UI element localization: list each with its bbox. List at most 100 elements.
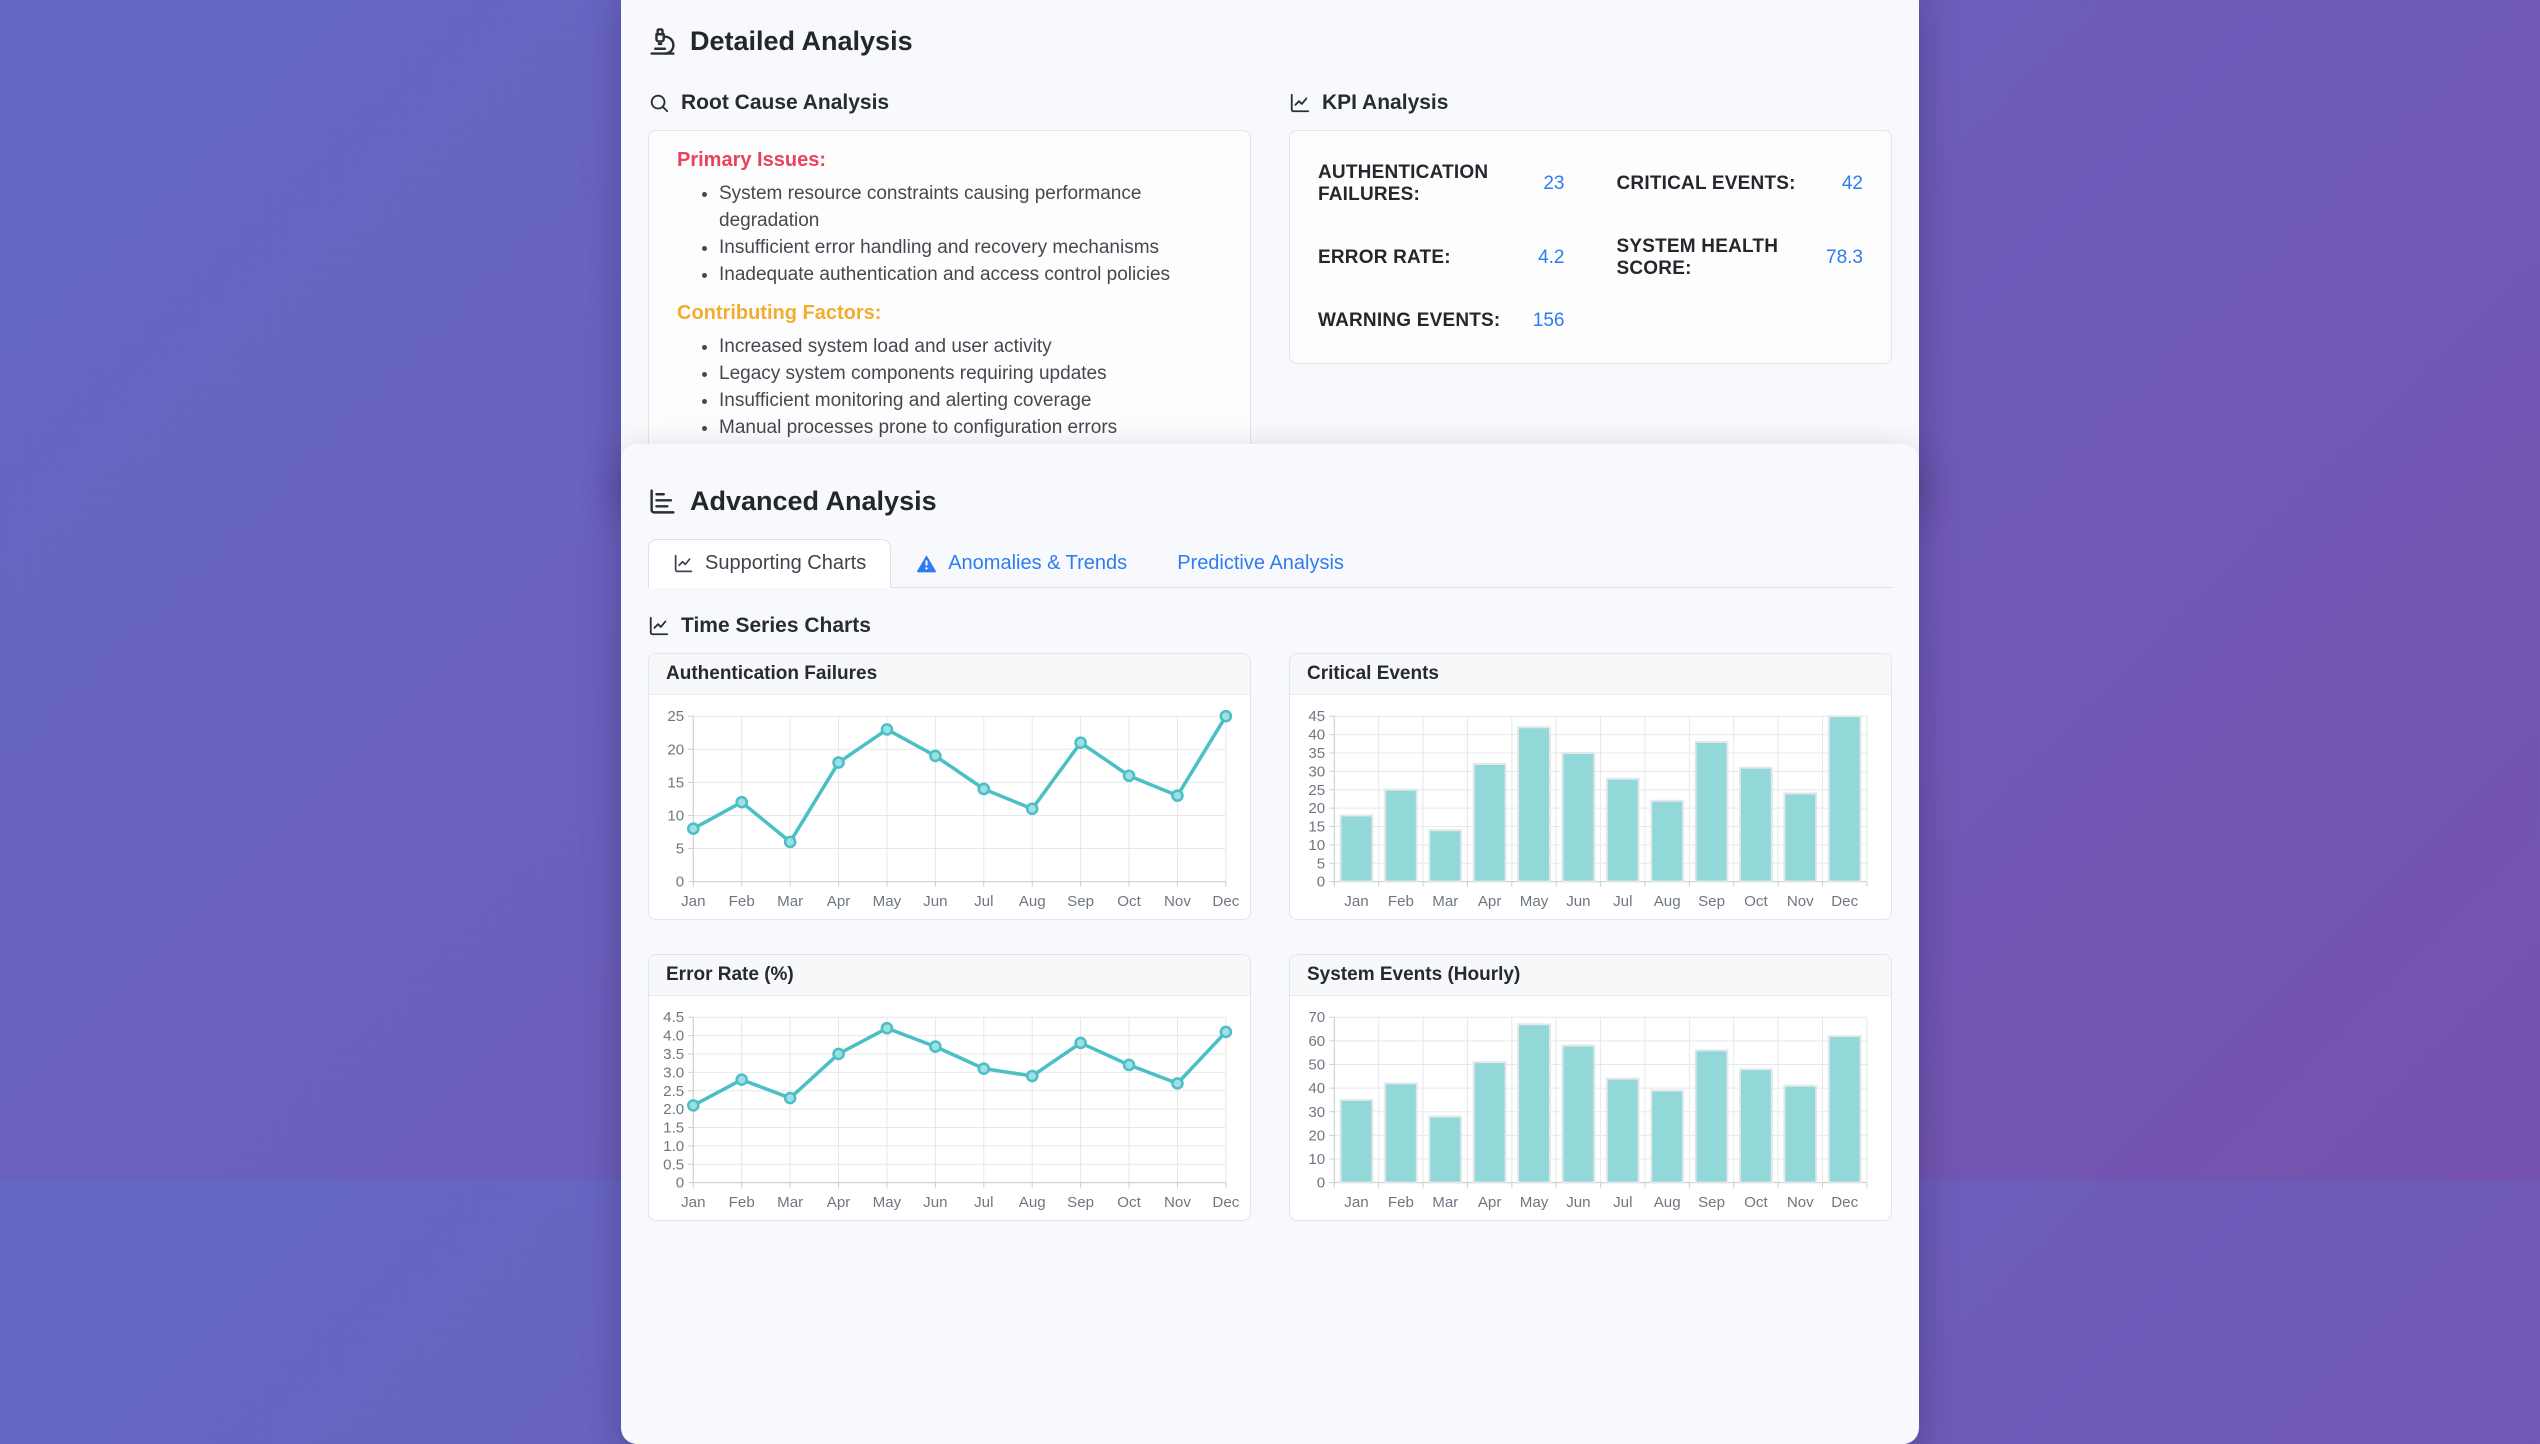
root-cause-section: Root Cause Analysis Primary Issues: Syst… (648, 91, 1251, 476)
root-cause-item: Insufficient error handling and recovery… (719, 234, 1222, 261)
chart-line-icon (673, 553, 694, 574)
bar-chart-icon (648, 487, 677, 516)
chart-panel-title: System Events (Hourly) (1307, 964, 1874, 986)
tab-label: Supporting Charts (705, 552, 866, 575)
svg-text:Feb: Feb (1388, 893, 1414, 910)
svg-text:Sep: Sep (1067, 893, 1094, 910)
svg-text:Apr: Apr (827, 893, 851, 910)
svg-text:Dec: Dec (1831, 893, 1858, 910)
svg-text:Sep: Sep (1067, 1194, 1094, 1211)
kpi-label: AUTHENTICATION FAILURES: (1318, 162, 1543, 206)
svg-text:0: 0 (1317, 874, 1325, 891)
svg-text:20: 20 (1308, 800, 1325, 817)
svg-text:Oct: Oct (1117, 893, 1141, 910)
kpi-panel: AUTHENTICATION FAILURES: 23 CRITICAL EVE… (1289, 130, 1892, 364)
search-icon (648, 92, 670, 114)
tab-label: Predictive Analysis (1177, 552, 1344, 575)
svg-text:15: 15 (667, 774, 684, 791)
svg-text:Mar: Mar (777, 1194, 803, 1211)
root-cause-item: Legacy system components requiring updat… (719, 360, 1222, 387)
root-cause-list: Increased system load and user activityL… (677, 333, 1222, 441)
chart-canvas[interactable]: 051015202530354045JanFebMarAprMayJunJulA… (1290, 695, 1891, 919)
tab-predictive-analysis[interactable]: Predictive Analysis (1152, 539, 1369, 588)
svg-text:1.0: 1.0 (663, 1138, 684, 1155)
chart-panel-title: Error Rate (%) (666, 964, 1233, 986)
svg-text:Oct: Oct (1117, 1194, 1141, 1211)
chart-panel-error-rate: Error Rate (%) 00.51.01.52.02.53.03.54.0… (648, 954, 1251, 1221)
svg-text:20: 20 (1308, 1127, 1325, 1144)
kpi-value: 42 (1842, 173, 1863, 195)
svg-text:30: 30 (1308, 1104, 1325, 1121)
detailed-analysis-card: Detailed Analysis Root Cause Analysis Pr… (621, 0, 1919, 500)
chart-canvas[interactable]: 00.51.01.52.02.53.03.54.04.5JanFebMarApr… (649, 996, 1250, 1220)
svg-text:Jul: Jul (974, 1194, 993, 1211)
svg-text:Sep: Sep (1698, 1194, 1725, 1211)
kpi-label: ERROR RATE: (1318, 247, 1451, 269)
svg-text:3.5: 3.5 (663, 1046, 684, 1063)
svg-text:Jul: Jul (974, 893, 993, 910)
tab-supporting-charts[interactable]: Supporting Charts (648, 539, 891, 588)
svg-text:Jan: Jan (681, 1194, 705, 1211)
svg-text:20: 20 (667, 741, 684, 758)
kpi-value: 78.3 (1826, 247, 1863, 269)
kpi-item: SYSTEM HEALTH SCORE: 78.3 (1617, 221, 1864, 295)
svg-text:Feb: Feb (729, 1194, 755, 1211)
chart-panel-system-events-hourly: System Events (Hourly) 010203040506070Ja… (1289, 954, 1892, 1221)
svg-text:Dec: Dec (1212, 893, 1239, 910)
root-cause-panel: Primary Issues: System resource constrai… (648, 130, 1251, 476)
svg-text:Mar: Mar (777, 893, 803, 910)
chart-svg[interactable]: 010203040506070JanFebMarAprMayJunJulAugS… (1300, 1004, 1881, 1216)
svg-text:Jun: Jun (923, 893, 947, 910)
svg-text:May: May (1520, 893, 1549, 910)
svg-text:10: 10 (667, 808, 684, 825)
chart-canvas[interactable]: 010203040506070JanFebMarAprMayJunJulAugS… (1290, 996, 1891, 1220)
svg-text:Jul: Jul (1613, 1194, 1632, 1211)
chart-svg[interactable]: 051015202530354045JanFebMarAprMayJunJulA… (1300, 703, 1881, 915)
svg-text:Apr: Apr (1478, 893, 1502, 910)
chart-panel-critical-events: Critical Events 051015202530354045JanFeb… (1289, 653, 1892, 920)
svg-text:Jan: Jan (1344, 1194, 1368, 1211)
kpi-value: 156 (1533, 310, 1565, 332)
root-cause-title-row: Root Cause Analysis (648, 91, 1251, 115)
svg-text:45: 45 (1308, 708, 1325, 725)
svg-text:60: 60 (1308, 1033, 1325, 1050)
svg-text:Oct: Oct (1744, 893, 1768, 910)
svg-text:30: 30 (1308, 763, 1325, 780)
svg-text:Dec: Dec (1831, 1194, 1858, 1211)
tab-anomalies-trends[interactable]: Anomalies & Trends (891, 539, 1152, 588)
svg-text:50: 50 (1308, 1057, 1325, 1074)
svg-text:10: 10 (1308, 1151, 1325, 1168)
root-cause-item: Manual processes prone to configuration … (719, 414, 1222, 441)
chart-svg[interactable]: 0510152025JanFebMarAprMayJunJulAugSepOct… (659, 703, 1240, 915)
svg-text:Mar: Mar (1432, 1194, 1458, 1211)
svg-text:0.5: 0.5 (663, 1156, 684, 1173)
svg-text:10: 10 (1308, 837, 1325, 854)
warning-icon (916, 553, 937, 574)
svg-text:4.0: 4.0 (663, 1028, 684, 1045)
svg-text:May: May (873, 1194, 902, 1211)
root-cause-title: Root Cause Analysis (681, 91, 889, 115)
svg-text:Aug: Aug (1019, 893, 1046, 910)
kpi-grid: AUTHENTICATION FAILURES: 23 CRITICAL EVE… (1318, 147, 1863, 347)
svg-text:0: 0 (676, 874, 684, 891)
svg-text:Jan: Jan (1344, 893, 1368, 910)
detailed-analysis-title: Detailed Analysis (690, 26, 913, 57)
root-cause-item: System resource constraints causing perf… (719, 180, 1222, 234)
root-cause-item: Insufficient monitoring and alerting cov… (719, 387, 1222, 414)
kpi-label: CRITICAL EVENTS: (1617, 173, 1796, 195)
detailed-analysis-title-row: Detailed Analysis (648, 26, 1892, 57)
root-cause-list: System resource constraints causing perf… (677, 180, 1222, 288)
root-cause-group-heading: Primary Issues: (677, 149, 1222, 172)
chart-svg[interactable]: 00.51.01.52.02.53.03.54.04.5JanFebMarApr… (659, 1004, 1240, 1216)
chart-panel-header: Error Rate (%) (649, 955, 1250, 996)
kpi-value: 23 (1543, 173, 1564, 195)
tab-label: Anomalies & Trends (948, 552, 1127, 575)
kpi-item: CRITICAL EVENTS: 42 (1617, 147, 1864, 221)
root-cause-group: Primary Issues: System resource constrai… (677, 149, 1222, 288)
root-cause-item: Increased system load and user activity (719, 333, 1222, 360)
svg-text:Jan: Jan (681, 893, 705, 910)
svg-text:1.5: 1.5 (663, 1120, 684, 1137)
advanced-analysis-title-row: Advanced Analysis (648, 486, 1892, 517)
svg-text:Jun: Jun (923, 1194, 947, 1211)
chart-canvas[interactable]: 0510152025JanFebMarAprMayJunJulAugSepOct… (649, 695, 1250, 919)
